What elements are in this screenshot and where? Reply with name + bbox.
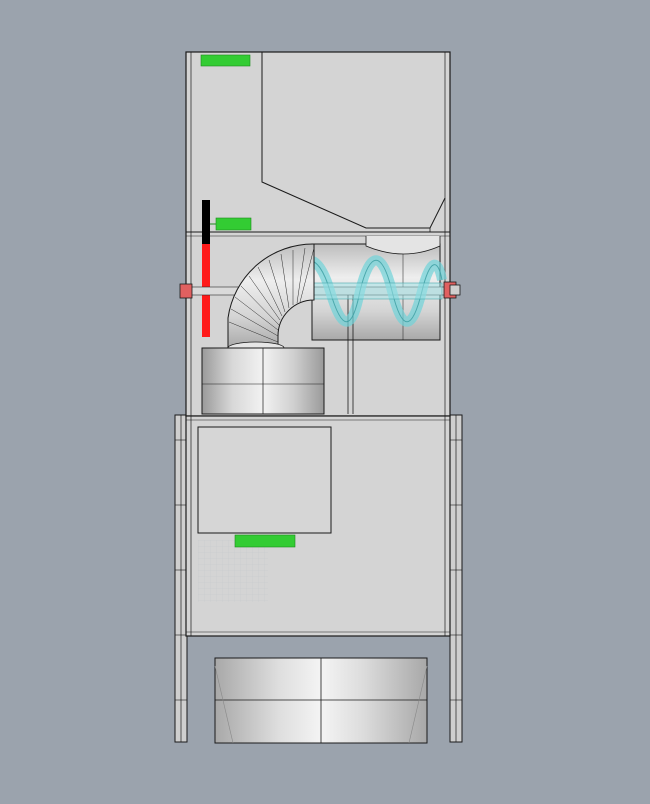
collection-drum[interactable] [201, 347, 325, 415]
machine-drawing [174, 51, 463, 744]
marker-middle [210, 217, 252, 231]
cad-viewport[interactable] [0, 0, 650, 804]
marker-panel [234, 534, 296, 548]
bottom-tray[interactable] [214, 657, 428, 744]
marker-top [200, 54, 251, 67]
side-rail-left[interactable] [174, 414, 188, 743]
side-rail-right[interactable] [449, 414, 463, 743]
access-panel[interactable] [197, 426, 332, 534]
level-indicator [202, 200, 210, 337]
